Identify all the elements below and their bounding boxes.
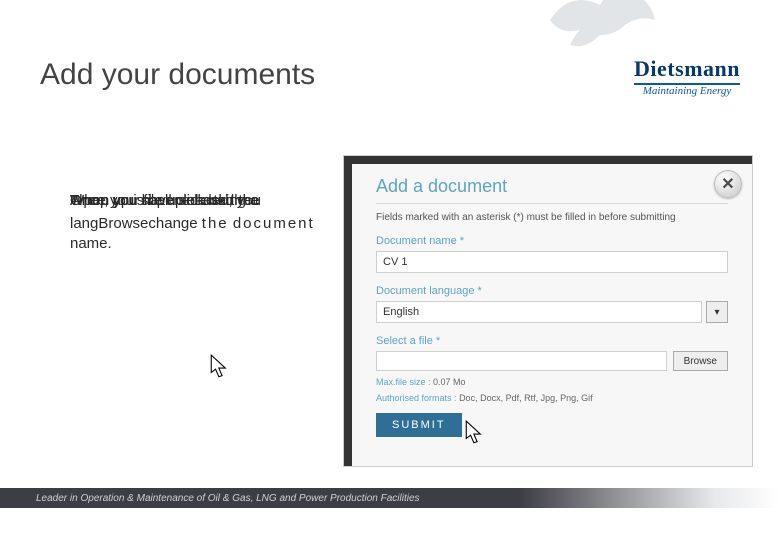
doc-language-select[interactable] bbox=[376, 301, 702, 323]
cursor-icon bbox=[210, 354, 232, 380]
max-size-info: Max.file size : 0.07 Mo bbox=[376, 377, 728, 387]
footer-fade bbox=[520, 488, 780, 508]
brand-tagline: Maintaining Energy bbox=[634, 85, 740, 97]
footer-bar: Leader in Operation & Maintenance of Oil… bbox=[0, 488, 780, 508]
cursor-icon bbox=[465, 420, 487, 446]
close-icon: ✕ bbox=[721, 174, 734, 194]
close-button[interactable]: ✕ bbox=[714, 170, 742, 198]
dropdown-button[interactable]: ▾ bbox=[706, 301, 728, 323]
doc-name-input[interactable] bbox=[376, 251, 728, 273]
required-note: Fields marked with an asterisk (*) must … bbox=[376, 212, 728, 223]
brand-logo: Dietsmann Maintaining Energy bbox=[634, 56, 740, 97]
divider bbox=[376, 203, 728, 204]
bird-silhouette bbox=[540, 0, 660, 60]
page-title: Add your documents bbox=[40, 58, 315, 92]
overlay-line: Once your file uploaded, you bbox=[70, 192, 261, 209]
formats-info: Authorised formats : Doc, Docx, Pdf, Rtf… bbox=[376, 393, 728, 403]
submit-button[interactable]: SUBMIT bbox=[376, 413, 462, 437]
file-path-input[interactable] bbox=[376, 351, 667, 371]
instruction-line-3: name. bbox=[70, 234, 320, 254]
chevron-down-icon: ▾ bbox=[714, 307, 719, 318]
dialog-title: Add a document bbox=[376, 176, 728, 197]
doc-language-label: Document language * bbox=[376, 285, 728, 297]
footer-tagline: Leader in Operation & Maintenance of Oil… bbox=[36, 493, 420, 504]
doc-name-label: Document name * bbox=[376, 235, 728, 247]
instruction-text: A pop up is opened asking a When you hav… bbox=[70, 192, 320, 254]
browse-button[interactable]: Browse bbox=[673, 351, 728, 371]
brand-name: Dietsmann bbox=[634, 56, 740, 82]
add-document-dialog: ✕ Add a document Fields marked with an a… bbox=[344, 156, 752, 466]
instruction-line-2: langBrowsechange the document bbox=[70, 214, 320, 234]
file-select-label: Select a file * bbox=[376, 335, 728, 347]
